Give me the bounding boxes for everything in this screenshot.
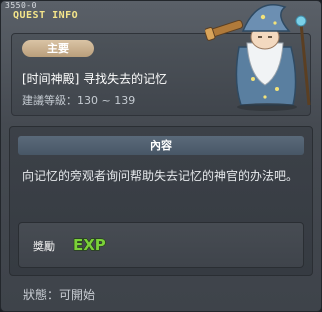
- reward-label: 獎勵: [33, 240, 55, 253]
- window-title: QUEST INFO: [13, 10, 79, 21]
- npc-wizard-icon: [205, 4, 311, 111]
- recommended-level: 建議等級：130 ~ 139: [22, 94, 136, 107]
- content-section-header: 內容: [18, 136, 304, 155]
- quest-type-tag: 主要: [22, 40, 94, 57]
- quest-description: 向记忆的旁观者询问帮助失去记忆的神官的办法吧。: [22, 169, 299, 183]
- quest-info-window: 3550-0 QUEST INFO 主要 [时间神殿] 寻找失去的记忆 建議等級…: [0, 0, 322, 312]
- reward-box: 獎勵 EXP: [18, 222, 304, 268]
- exp-text: EXP: [73, 236, 106, 254]
- quest-content-panel: 內容 向记忆的旁观者询问帮助失去记忆的神官的办法吧。 獎勵 EXP: [9, 126, 313, 276]
- exp-reward-icon[interactable]: EXP: [71, 233, 111, 255]
- quest-id-label: 3550-0: [5, 1, 37, 10]
- quest-title: [时间神殿] 寻找失去的记忆: [22, 72, 168, 86]
- quest-status: 狀態：可開始: [23, 288, 96, 302]
